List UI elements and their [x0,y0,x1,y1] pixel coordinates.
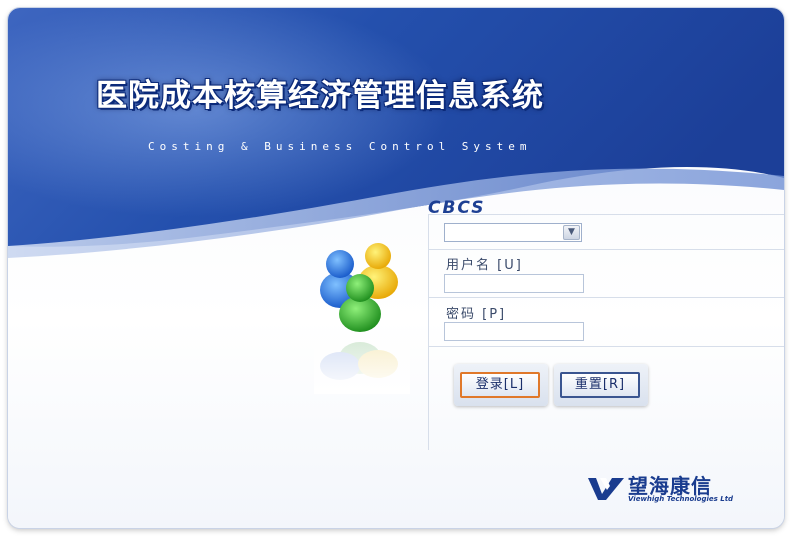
app-subtitle: Costing & Business Control System [148,140,532,153]
divider [428,214,784,215]
password-label: 密码 [P] [446,307,507,322]
reset-button[interactable]: 重置[R] [560,372,640,398]
divider [428,297,784,298]
unit-select[interactable]: ▼ [444,223,582,242]
username-label: 用户名 [U] [446,258,523,273]
company-name-en: Viewhigh Technologies Ltd [628,495,734,503]
login-window: 医院成本核算经济管理信息系统 Costing & Business Contro… [8,8,784,528]
login-button-frame: 登录[L] [454,364,548,406]
username-input[interactable] [444,274,584,293]
users-group-icon [314,243,410,394]
app-title: 医院成本核算经济管理信息系统 [96,78,544,114]
divider [428,249,784,250]
viewhigh-logo-icon [588,478,624,500]
password-input[interactable] [444,322,584,341]
login-button[interactable]: 登录[L] [460,372,540,398]
chevron-down-icon[interactable]: ▼ [563,225,580,240]
divider [428,346,784,347]
reset-button-frame: 重置[R] [554,364,648,406]
